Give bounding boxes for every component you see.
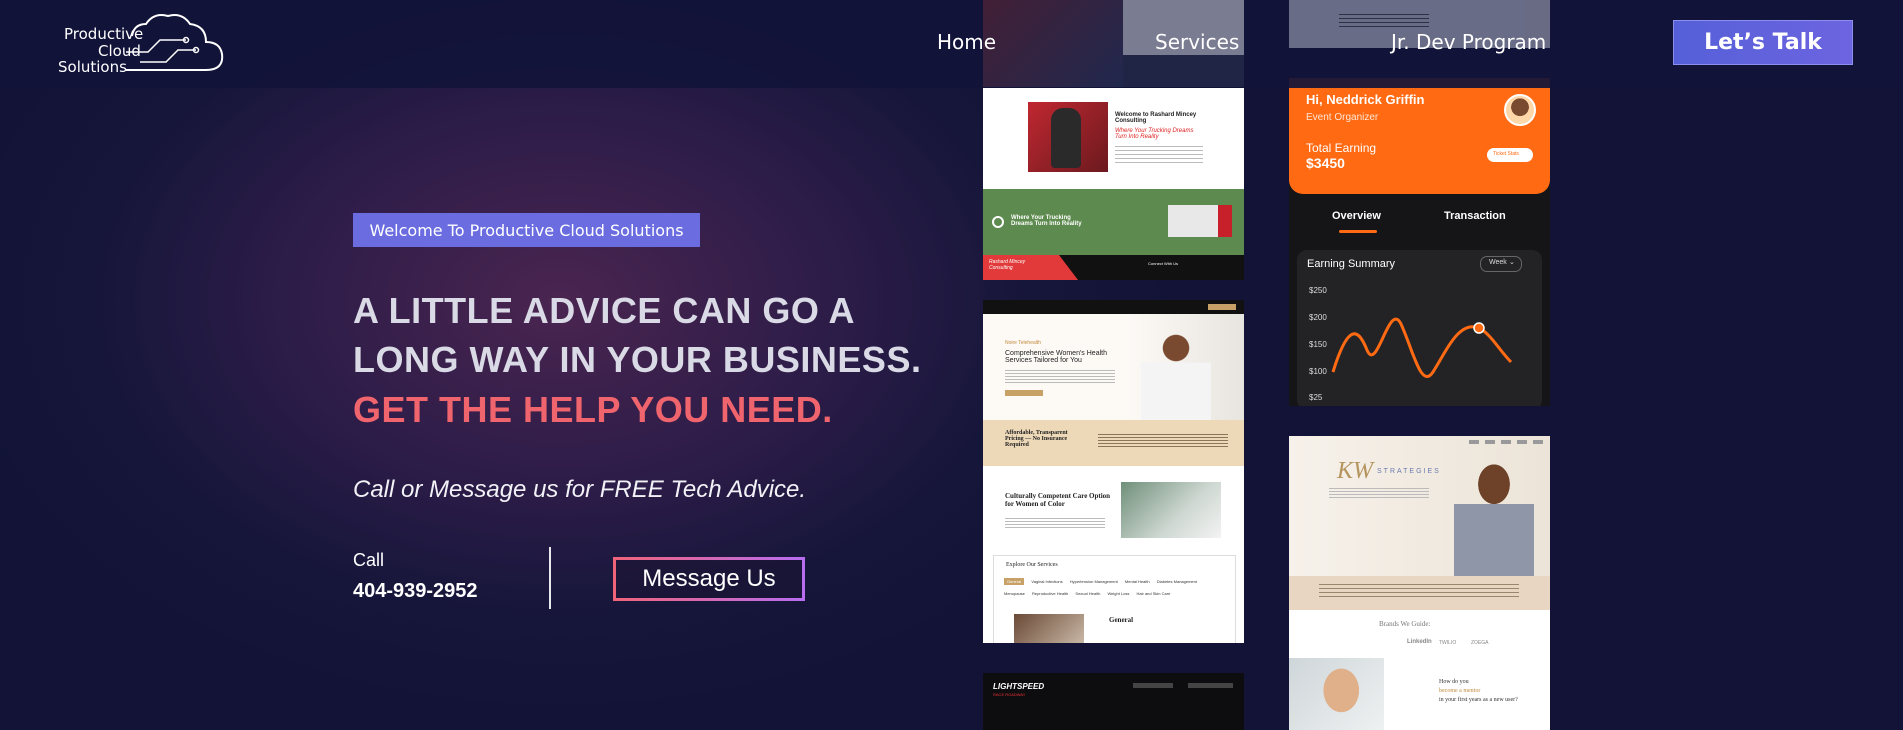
kw-woman-photo [1454,452,1534,576]
kw-man-photo [1289,658,1384,730]
logo[interactable]: Productive Cloud Solutions [56,10,226,78]
trucking-footer: Rashard Mincey Consulting Connect With U… [983,255,1244,280]
brands-title: Brands We Guide: [1379,620,1431,628]
racing-brand: LIGHTSPEED [993,682,1045,691]
service-chip[interactable]: Hair and Skin Care [1137,591,1171,596]
logo-line-2: Cloud [98,42,141,60]
kw-tan-band [1289,576,1550,610]
headline-line-1: A LITTLE ADVICE CAN GO A [353,290,855,331]
logo-line-1: Productive [64,25,144,43]
phone-number[interactable]: 404-939-2952 [353,580,478,603]
red-truck [1168,205,1232,237]
health-cta [1005,390,1043,396]
health-tag: Noire Telehealth [1005,340,1042,346]
nav-jr-dev-program[interactable]: Jr. Dev Program [1391,30,1546,54]
user-avatar [1504,94,1536,126]
brand-logo: ZOEGA [1471,640,1489,646]
trucking-footer-name: Rashard Mincey Consulting [989,259,1026,271]
y-tick: $250 [1309,286,1327,295]
health-body-text [1005,370,1115,384]
earning-summary-panel: Earning Summary Week ⌄ $250 $200 $150 $1… [1297,250,1542,406]
message-us-button[interactable]: Message Us [613,557,805,601]
services-title: Explore Our Services [1006,562,1058,568]
general-heading: General [1109,616,1134,624]
hero-subtitle: Call or Message us for FREE Tech Advice. [353,476,807,503]
brand-logo: LinkedIn [1407,639,1432,645]
service-chip[interactable]: Hypertension Management [1070,579,1118,584]
health-pricing-band: Affordable, Transparent Pricing — No Ins… [983,420,1244,466]
y-tick: $200 [1309,313,1327,322]
doctor-patient-photo [1121,482,1221,538]
racing-sub: RACE ROADWAY [993,692,1026,697]
health-culture-text [1005,518,1105,528]
service-chip[interactable]: Reproductive Health [1032,591,1068,596]
app-role: Event Organizer [1306,112,1379,123]
headline-accent: GET THE HELP YOU NEED. [353,389,833,430]
tab-transaction[interactable]: Transaction [1444,210,1506,222]
app-earning-label: Total Earning [1306,141,1377,155]
nav-services[interactable]: Services [1155,30,1239,54]
kw-how-line2: become a mentor [1439,688,1481,694]
earning-point [1473,322,1485,334]
chevron-down-icon: ⌄ [1509,259,1515,266]
services-row-1: General Vaginal Infections Hypertension … [1004,576,1229,600]
truck-photo [983,0,1123,87]
general-photo [1014,614,1084,643]
service-chip[interactable]: Mental Health [1125,579,1150,584]
y-tick: $25 [1309,393,1323,402]
showcase-card-kw-strategies[interactable]: KW STRATEGIES Brands We Guide: LinkedIn … [1289,436,1550,730]
tab-active-underline [1339,230,1377,233]
kw-nav [1469,440,1543,444]
trucking-footer-contact: Connect With Us [1148,261,1179,266]
health-affordable: Affordable, Transparent Pricing — No Ins… [1005,430,1068,448]
service-chip[interactable]: General [1004,578,1025,585]
showcase-card-racing[interactable]: LIGHTSPEED RACE ROADWAY [983,673,1244,730]
showcase-card-health[interactable]: Noire Telehealth Comprehensive Women's H… [983,300,1244,643]
showcase-card-app[interactable]: Hi, Neddrick Griffin Event Organizer Tot… [1289,78,1550,406]
kw-logo: KW [1337,458,1373,484]
service-chip[interactable]: Vaginal Infections [1031,579,1062,584]
kw-how-line1: How do you [1439,679,1469,685]
kw-how-line3: in your first years as a new user? [1439,697,1518,703]
service-chip[interactable]: Diabetes Management [1157,579,1197,584]
divider [549,547,551,609]
headline-line-2: LONG WAY IN YOUR BUSINESS. [353,339,922,380]
service-chip[interactable]: Menopause [1004,591,1025,596]
lets-talk-button[interactable]: Let’s Talk [1673,20,1853,65]
gear-icon [992,216,1004,228]
trucking-title: Welcome to Rashard Mincey Consulting [1115,112,1197,124]
app-earning-value: $3450 [1306,155,1345,171]
brand-logo: TWILIO [1439,640,1457,646]
kw-brand: STRATEGIES [1377,468,1441,475]
health-nav [983,300,1244,314]
trucking-banner-text: Where Your Trucking Dreams Turn Into Rea… [1011,215,1082,227]
health-heading: Comprehensive Women's Health Services Ta… [1005,350,1107,364]
trucking-banner: Where Your Trucking Dreams Turn Into Rea… [983,189,1244,255]
tab-overview[interactable]: Overview [1332,210,1381,222]
showcase-card-trucking[interactable]: Welcome to Rashard Mincey Consulting Whe… [983,88,1244,280]
app-greeting: Hi, Neddrick Griffin [1306,92,1425,107]
services-panel: Explore Our Services General Vaginal Inf… [993,555,1236,643]
summary-title: Earning Summary [1307,258,1396,270]
y-tick: $100 [1309,367,1327,376]
service-chip[interactable]: Sexual Health [1075,591,1100,596]
period-select[interactable]: Week ⌄ [1480,256,1522,272]
service-chip[interactable]: Weight Loss [1107,591,1129,596]
trucking-body-text [1115,146,1203,166]
ticket-stats-button[interactable]: Ticket Stats [1487,148,1533,162]
logo-line-3: Solutions [58,58,127,76]
welcome-badge: Welcome To Productive Cloud Solutions [353,213,700,247]
nav-home[interactable]: Home [937,30,996,54]
trucking-subtitle: Where Your Trucking Dreams Turn Into Rea… [1115,128,1194,140]
doctor-photo [1141,324,1211,420]
health-culture: Culturally Competent Care Option for Wom… [1005,492,1111,508]
trucker-figure [1051,108,1081,168]
earning-line-chart [1331,317,1513,378]
call-label: Call [353,550,385,570]
y-tick: $150 [1309,340,1327,349]
